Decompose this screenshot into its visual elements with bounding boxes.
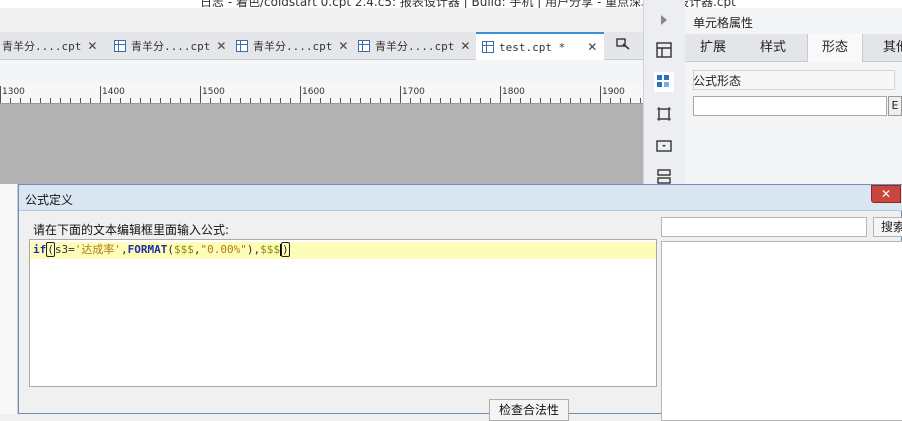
document-tab-strip: 青羊分....cpt ✕ 青羊分....cpt ✕ 青羊分....cpt ✕ 青… (0, 32, 643, 60)
ruler-label: 1600 (302, 87, 325, 97)
dialog-title: 公式定义 (25, 193, 74, 207)
close-icon[interactable]: ✕ (216, 39, 226, 53)
tab-label: 青羊分....cpt (2, 40, 82, 53)
ruler-label: 1700 (402, 87, 425, 97)
tab-document-active[interactable]: test.cpt * ✕ (476, 32, 604, 60)
report-file-icon (114, 40, 126, 52)
formula-editor[interactable]: if(s3='达成率',FORMAT($$$,"0.00%"),$$$) (29, 239, 657, 387)
report-file-icon (482, 41, 494, 53)
layer-icon[interactable] (654, 166, 674, 186)
close-icon[interactable]: ✕ (587, 40, 597, 54)
ruler-label: 1800 (502, 87, 525, 97)
string-literal: '达成率' (74, 243, 121, 256)
window-title-bar: 日志 - 着色/coldstart 0.cpt 2.4.c5: 报表设计器 | … (0, 0, 902, 8)
current-value-token: $$$ (260, 243, 280, 256)
widget-settings-icon[interactable] (654, 72, 674, 92)
tab-document-4[interactable]: 青羊分....cpt ✕ (352, 32, 476, 60)
operator: = (68, 243, 75, 256)
report-file-icon (358, 40, 370, 52)
dropdown-widget-icon[interactable] (654, 136, 674, 156)
tab-label: 青羊分....cpt (253, 40, 333, 53)
ruler-label: 1300 (2, 87, 25, 97)
ruler-ticks: 1300 1400 1500 1600 1700 1800 1900 (0, 86, 641, 103)
dialog-close-button[interactable]: ✕ (871, 185, 901, 203)
tab-style[interactable]: 样式 (745, 34, 801, 62)
formula-edit-button[interactable]: E (888, 96, 902, 116)
tab-label: 青羊分....cpt (131, 40, 211, 53)
formula-prompt: 请在下面的文本编辑框里面输入公式: (33, 223, 230, 237)
ruler-label: 1900 (602, 87, 625, 97)
property-tabs: 扩展 样式 形态 其他 (685, 34, 902, 62)
function-list[interactable] (661, 241, 902, 421)
cell-property-panel: 单元格属性 扩展 样式 形态 其他 公式形态 E (685, 8, 902, 184)
ruler-label: 1500 (202, 87, 225, 97)
close-icon[interactable]: ✕ (87, 39, 97, 53)
close-icon[interactable]: ✕ (460, 39, 470, 53)
formula-text: if(s3='达成率',FORMAT($$$,"0.00%"),$$$) (33, 242, 290, 257)
tab-label: 青羊分....cpt (375, 40, 455, 53)
panel-title: 单元格属性 (693, 16, 754, 30)
tab-document-3[interactable]: 青羊分....cpt ✕ (230, 32, 352, 60)
tab-other[interactable]: 其他 (869, 34, 902, 62)
function-search-input[interactable] (661, 217, 867, 237)
string-literal: "0.00%" (200, 243, 247, 256)
report-file-icon (236, 40, 248, 52)
formula-dialog: 公式定义 ✕ 请在下面的文本编辑框里面输入公式: if(s3='达成率',FOR… (18, 184, 902, 421)
tab-label: test.cpt * (499, 40, 566, 54)
variable: s3 (54, 243, 69, 256)
tab-list-menu-icon[interactable] (614, 38, 632, 54)
float-element-icon[interactable] (654, 104, 674, 124)
tab-document-2[interactable]: 青羊分....cpt ✕ (108, 32, 230, 60)
paren: ( (167, 243, 174, 256)
comma: , (193, 243, 201, 256)
check-validity-button[interactable]: 检查合法性 (489, 399, 569, 421)
tab-document-1[interactable]: 青羊分....cpt ✕ (0, 32, 106, 60)
cell-attribute-icon[interactable] (654, 40, 674, 60)
design-canvas[interactable] (0, 104, 643, 184)
expand-arrow-icon[interactable] (654, 10, 674, 30)
tab-expand[interactable]: 扩展 (685, 34, 741, 62)
current-value-token: $$$ (174, 243, 194, 256)
shape-type-label: 公式形态 (693, 74, 742, 88)
ruler-label: 1400 (102, 87, 125, 97)
keyword-format: FORMAT (127, 243, 168, 256)
sheet-left-gutter (0, 184, 18, 414)
toolbar-area (0, 60, 643, 84)
close-icon[interactable]: ✕ (338, 39, 348, 53)
search-button[interactable]: 搜索 (873, 217, 902, 237)
dialog-title-bar[interactable]: 公式定义 (19, 185, 902, 211)
comma: , (121, 243, 128, 256)
open-paren: ( (46, 242, 55, 257)
side-icon-strip (643, 0, 685, 184)
horizontal-ruler: 1300 1400 1500 1600 1700 1800 1900 (0, 84, 643, 104)
close-paren: ) (280, 242, 290, 257)
tab-shape[interactable]: 形态 (807, 34, 863, 62)
formula-field[interactable] (693, 96, 887, 116)
keyword-if: if (33, 243, 47, 256)
